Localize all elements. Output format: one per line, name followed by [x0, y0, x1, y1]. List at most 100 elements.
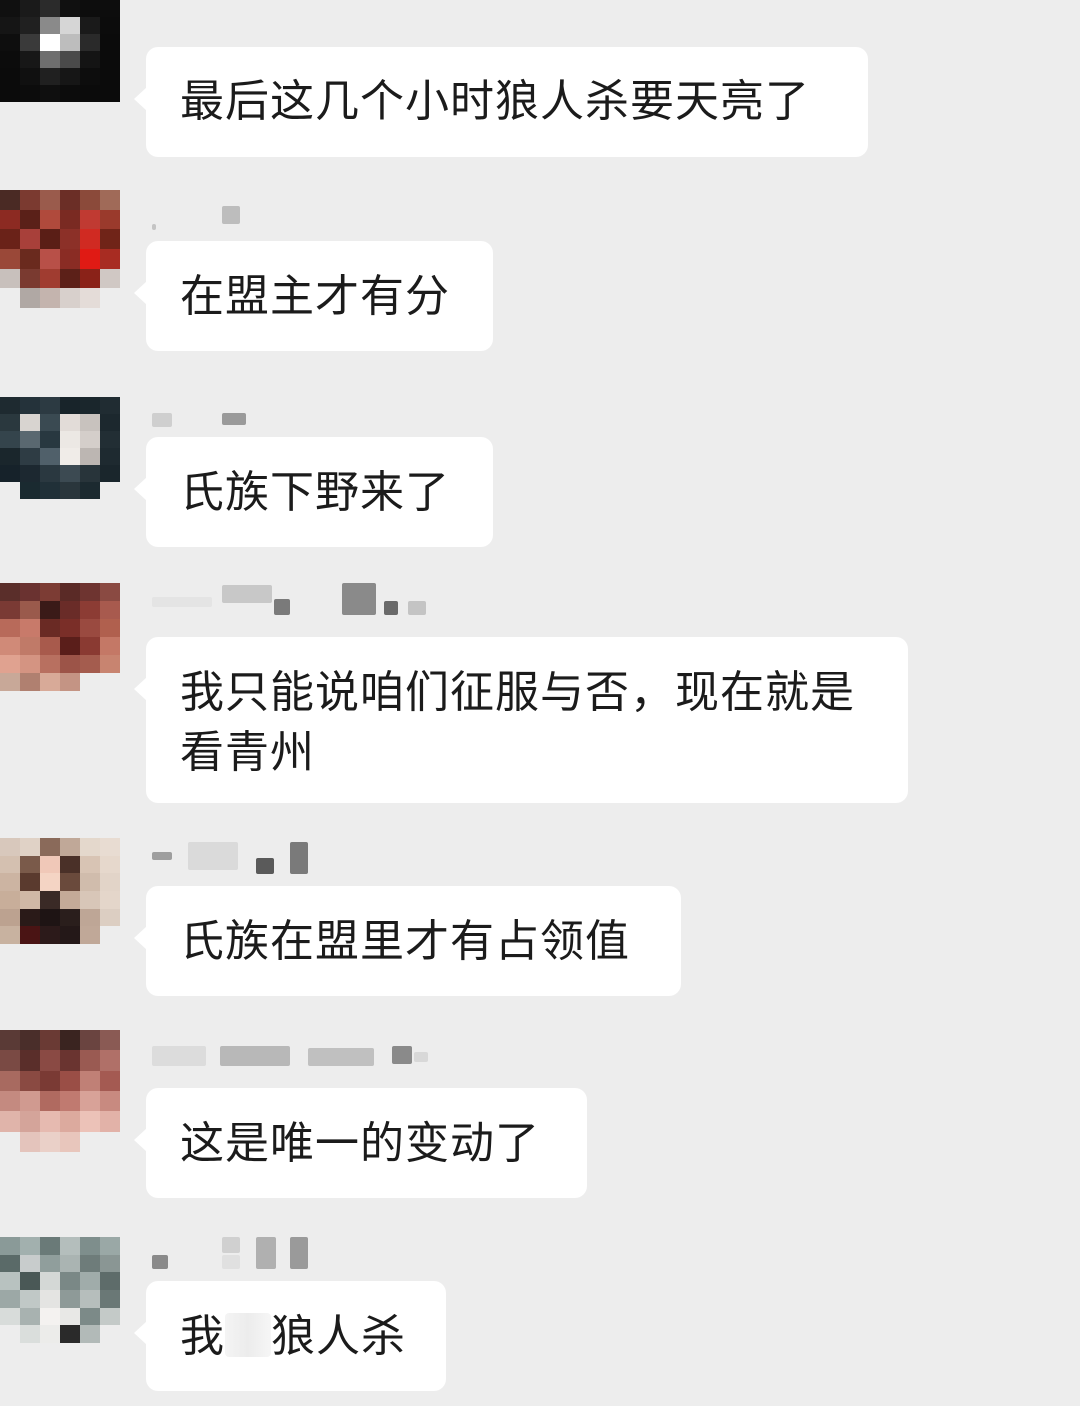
- avatar-pixel: [100, 1050, 120, 1071]
- message-text-line: 看青州: [180, 727, 315, 778]
- avatar-pixel: [20, 855, 40, 874]
- avatar-pixel: [60, 601, 80, 619]
- avatar[interactable]: [0, 1030, 120, 1152]
- avatar-pixel: [60, 655, 80, 673]
- avatar-pixel: [0, 619, 20, 637]
- avatar-pixel: [0, 465, 20, 482]
- avatar-pixel: [80, 51, 100, 68]
- avatar-pixel: [100, 1237, 120, 1255]
- avatar-pixel: [100, 1111, 120, 1132]
- avatar[interactable]: [0, 838, 120, 944]
- avatar-pixel: [40, 431, 60, 448]
- message-bubble[interactable]: 在盟主才有分: [134, 241, 493, 351]
- avatar-pixel: [20, 1091, 40, 1112]
- avatar-pixel: [20, 583, 40, 601]
- avatar-pixel: [80, 1237, 100, 1255]
- avatar-pixel: [100, 926, 120, 944]
- avatar-pixel: [0, 1307, 20, 1326]
- message-bubble[interactable]: 氏族在盟里才有占领值: [134, 886, 681, 996]
- avatar-pixel: [20, 1050, 40, 1071]
- avatar-pixel: [80, 601, 100, 619]
- avatar-pixel: [100, 637, 120, 655]
- message-bubble[interactable]: 这是唯一的变动了: [134, 1088, 587, 1198]
- avatar-pixel: [60, 873, 80, 891]
- avatar-pixel: [100, 1030, 120, 1051]
- avatar-pixel: [0, 448, 20, 465]
- avatar-pixel: [0, 1237, 20, 1255]
- avatar-pixel: [100, 1091, 120, 1112]
- avatar-pixel: [0, 268, 20, 289]
- avatar-pixel: [100, 655, 120, 673]
- avatar-pixel: [40, 637, 60, 655]
- avatar-pixel: [20, 0, 40, 17]
- avatar-pixel: [100, 1254, 120, 1273]
- avatar-pixel: [100, 890, 120, 909]
- avatar-pixel: [80, 190, 100, 210]
- avatar-pixel: [80, 68, 100, 85]
- avatar-pixel: [80, 34, 100, 51]
- avatar-pixel: [80, 1030, 100, 1051]
- avatar[interactable]: [0, 190, 120, 308]
- avatar-pixel: [80, 0, 100, 17]
- avatar[interactable]: [0, 0, 120, 102]
- avatar-pixel: [80, 229, 100, 249]
- message-bubble[interactable]: 我只能说咱们征服与否，现在就是 看青州: [134, 637, 908, 803]
- avatar-pixel: [40, 1237, 60, 1255]
- avatar-pixel: [40, 34, 60, 51]
- avatar-pixel: [60, 448, 80, 465]
- avatar-pixel: [20, 655, 40, 673]
- avatar-pixel: [40, 1325, 60, 1343]
- avatar-pixel: [0, 1091, 20, 1112]
- avatar-pixel: [40, 288, 60, 308]
- avatar-pixel: [80, 1070, 100, 1091]
- avatar-pixel: [40, 855, 60, 874]
- avatar-pixel: [20, 908, 40, 927]
- avatar-pixel: [40, 655, 60, 673]
- avatar-pixel: [20, 1070, 40, 1091]
- avatar-pixel: [0, 838, 20, 856]
- avatar-pixel: [20, 1272, 40, 1290]
- avatar-pixel: [0, 17, 20, 34]
- avatar-pixel: [80, 268, 100, 289]
- avatar-pixel: [20, 85, 40, 102]
- avatar-pixel: [40, 85, 60, 102]
- avatar-pixel: [80, 673, 100, 691]
- avatar-pixel: [100, 414, 120, 431]
- avatar-pixel: [100, 17, 120, 34]
- avatar[interactable]: [0, 1237, 120, 1343]
- avatar-pixel: [0, 1131, 20, 1152]
- redacted-text-blur: [225, 1313, 271, 1357]
- avatar-pixel: [100, 51, 120, 68]
- avatar-pixel: [80, 908, 100, 927]
- avatar-pixel: [0, 431, 20, 448]
- avatar-pixel: [20, 482, 40, 499]
- avatar-pixel: [20, 1307, 40, 1326]
- avatar-pixel: [80, 583, 100, 601]
- avatar[interactable]: [0, 397, 120, 499]
- message-text-visible-end: 狼人杀: [271, 1311, 406, 1362]
- message-bubble[interactable]: 我狼人杀: [134, 1281, 446, 1391]
- avatar-pixel: [40, 1111, 60, 1132]
- avatar-pixel: [40, 1070, 60, 1091]
- avatar-pixel: [40, 838, 60, 856]
- avatar-pixel: [0, 601, 20, 619]
- message-bubble[interactable]: 氏族下野来了: [134, 437, 493, 547]
- avatar-pixel: [40, 619, 60, 637]
- avatar-pixel: [40, 1272, 60, 1290]
- avatar-pixel: [80, 619, 100, 637]
- message-bubble[interactable]: 最后这几个小时狼人杀要天亮了: [134, 47, 868, 157]
- avatar-pixel: [80, 209, 100, 230]
- sender-name-redacted: [152, 583, 442, 615]
- avatar-pixel: [0, 482, 20, 499]
- avatar-pixel: [100, 1325, 120, 1343]
- sender-name-redacted: [152, 204, 262, 234]
- avatar-pixel: [20, 268, 40, 289]
- avatar-pixel: [80, 17, 100, 34]
- avatar[interactable]: [0, 583, 120, 691]
- avatar-pixel: [80, 397, 100, 414]
- avatar-pixel: [40, 1131, 60, 1152]
- avatar-pixel: [100, 673, 120, 691]
- avatar-pixel: [0, 1070, 20, 1091]
- avatar-pixel: [40, 1091, 60, 1112]
- avatar-pixel: [40, 68, 60, 85]
